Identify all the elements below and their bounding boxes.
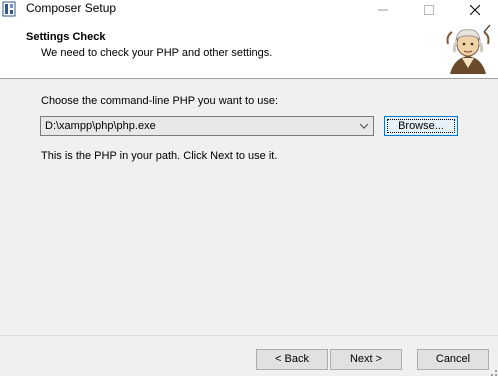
next-button-label: Next > xyxy=(349,353,383,365)
back-button-label: < Back xyxy=(275,353,309,365)
setup-window: Composer Setup Settings Check We need to… xyxy=(0,0,498,376)
back-button[interactable]: < Back xyxy=(256,349,328,370)
composer-app-icon xyxy=(2,1,16,17)
php-path-note: This is the PHP in your path. Click Next… xyxy=(41,150,278,162)
chevron-down-icon[interactable] xyxy=(359,122,369,130)
page-title: Settings Check xyxy=(26,31,106,43)
minimize-button[interactable] xyxy=(360,0,406,20)
close-icon xyxy=(470,5,480,15)
php-path-value: D:\xampp\php\php.exe xyxy=(45,120,156,132)
title-bar[interactable]: Composer Setup xyxy=(0,0,498,20)
php-path-select[interactable]: D:\xampp\php\php.exe xyxy=(40,116,374,136)
cancel-button-label: Cancel xyxy=(435,353,471,365)
minimize-icon xyxy=(378,9,388,11)
php-choose-label: Choose the command-line PHP you want to … xyxy=(41,95,279,107)
composer-logo xyxy=(446,24,491,74)
focus-indicator xyxy=(387,119,455,133)
close-button[interactable] xyxy=(452,0,498,20)
browse-button[interactable]: Browse... xyxy=(384,116,458,136)
window-title: Composer Setup xyxy=(26,1,117,15)
maximize-icon xyxy=(424,5,434,15)
maximize-button[interactable] xyxy=(406,0,452,20)
wizard-header: Settings Check We need to check your PHP… xyxy=(0,20,498,79)
page-subtitle: We need to check your PHP and other sett… xyxy=(41,47,273,59)
cancel-button[interactable]: Cancel xyxy=(417,349,489,370)
next-button[interactable]: Next > xyxy=(330,349,402,370)
resize-grip-icon[interactable] xyxy=(486,365,498,376)
wizard-footer: < Back Next > Cancel xyxy=(0,335,498,376)
